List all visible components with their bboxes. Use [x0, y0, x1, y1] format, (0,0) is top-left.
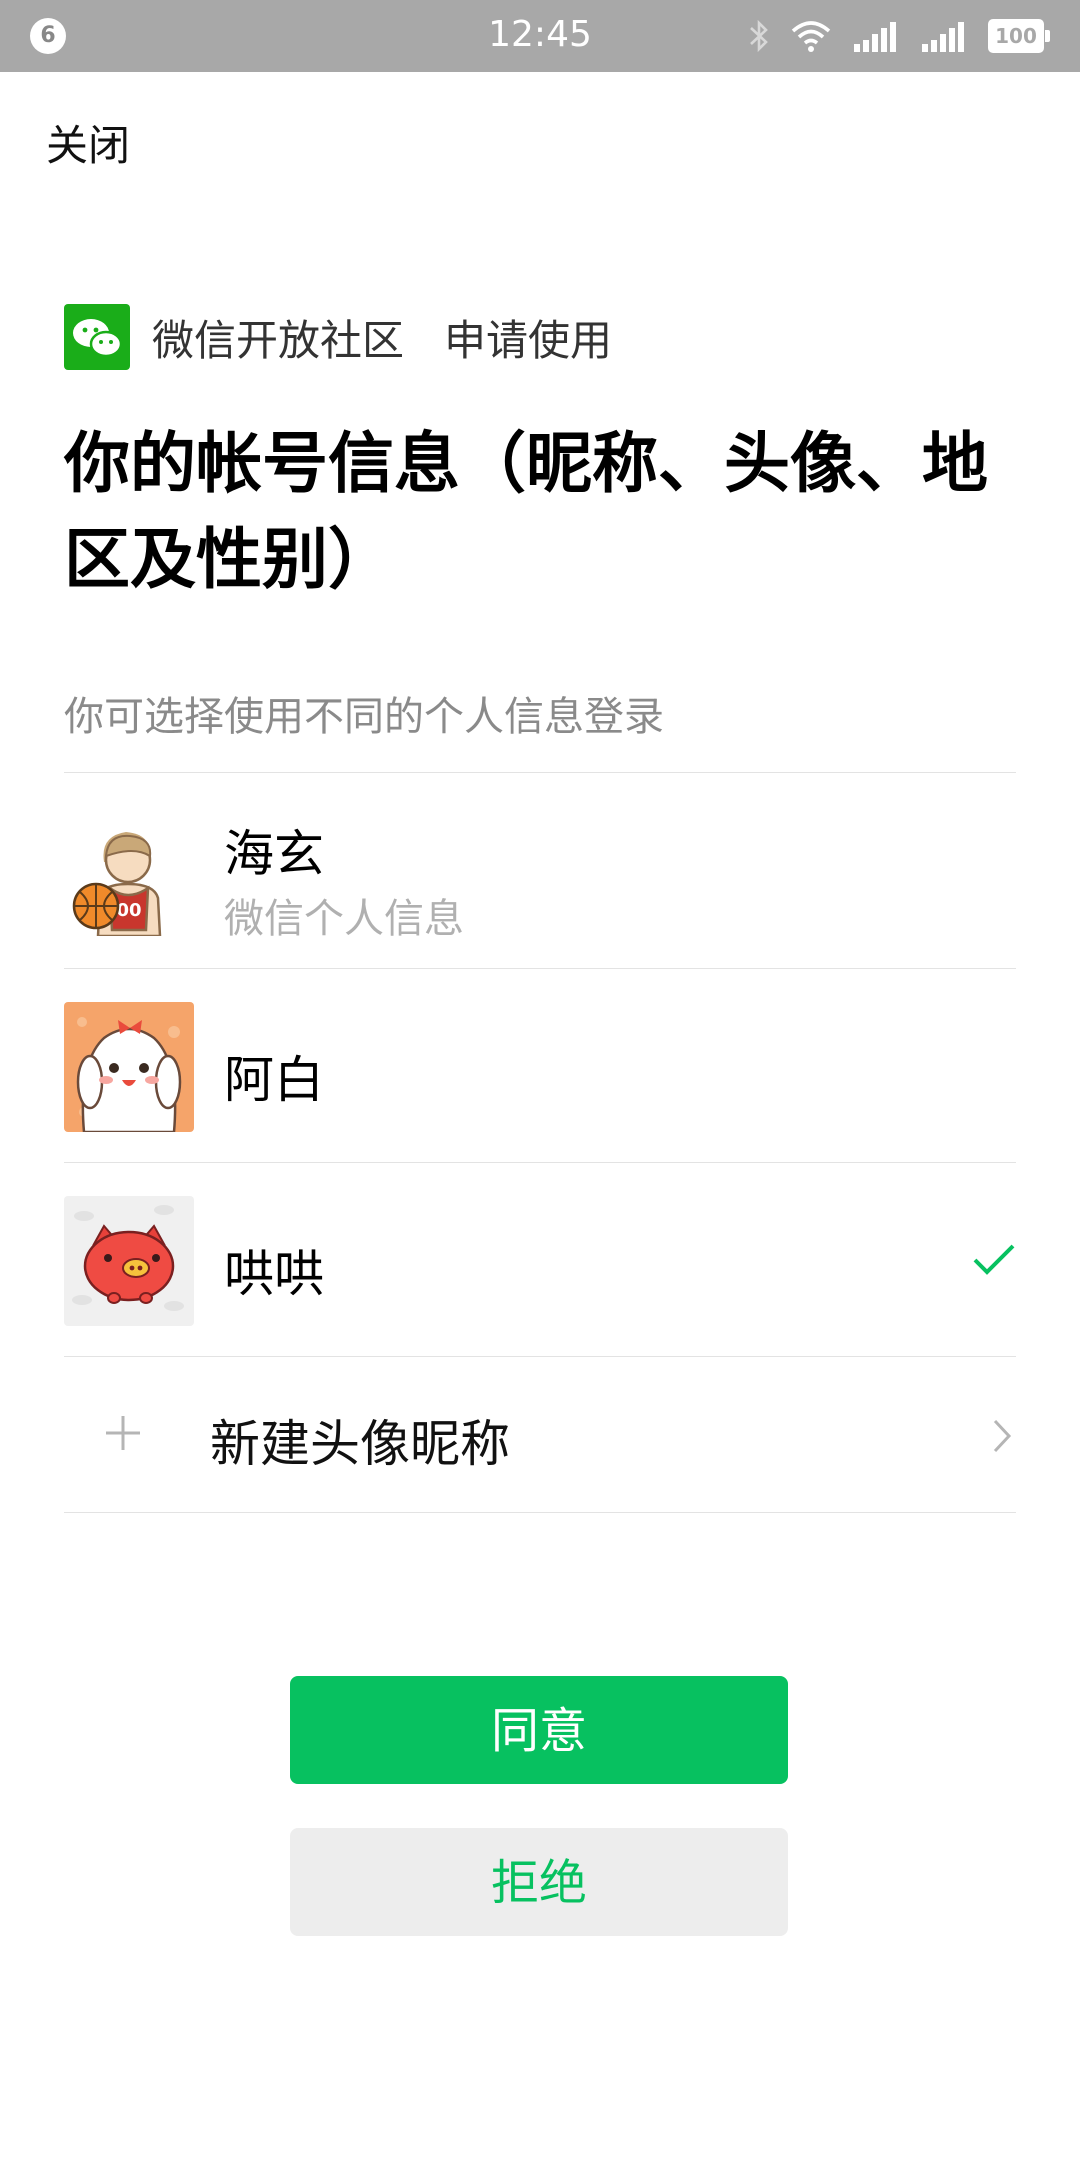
wifi-icon [791, 21, 831, 52]
signal-2-icon [922, 22, 964, 52]
account-row-honghong[interactable]: 哄哄 [64, 1164, 1016, 1358]
new-profile-row[interactable]: 新建头像昵称 [64, 1358, 1016, 1512]
plus-icon [106, 1416, 140, 1450]
status-icons: 100 [748, 14, 1050, 58]
battery-icon: 100 [988, 19, 1050, 53]
close-button[interactable]: 关闭 [46, 112, 130, 173]
divider [64, 968, 1016, 969]
basketball-player-avatar: 00 [64, 806, 194, 936]
account-row-abai[interactable]: 阿白 [64, 970, 1016, 1164]
divider [64, 772, 1016, 773]
white-bunny-avatar [64, 1002, 194, 1132]
red-pig-avatar [64, 1196, 194, 1326]
agree-button[interactable]: 同意 [290, 1676, 788, 1784]
page-title: 你的帐号信息（昵称、头像、地区及性别） [64, 425, 988, 598]
account-subtitle: 微信个人信息 [224, 896, 464, 942]
decline-button[interactable]: 拒绝 [290, 1828, 788, 1936]
wechat-logo-icon [64, 304, 130, 370]
app-action: 申请使用 [444, 315, 613, 365]
divider [64, 1162, 1016, 1163]
account-name: 海玄 [224, 825, 324, 883]
account-name: 阿白 [224, 1051, 324, 1109]
checkmark-icon [973, 1244, 1015, 1275]
page-subtitle: 你可选择使用不同的个人信息登录 [64, 694, 664, 740]
new-profile-label: 新建头像昵称 [210, 1415, 510, 1473]
app-name: 微信开放社区 [152, 315, 405, 365]
chevron-right-icon [993, 1419, 1012, 1453]
bluetooth-icon [750, 19, 768, 53]
account-row-haixuan[interactable]: 00 海玄 微信个人信息 [64, 774, 1016, 968]
account-name: 哄哄 [224, 1245, 324, 1303]
divider [64, 1356, 1016, 1357]
svg-text:00: 00 [116, 900, 141, 921]
status-bar: 6 12:45 100 [0, 0, 1080, 72]
divider [64, 1512, 1016, 1513]
app-info: 微信开放社区 申请使用 [64, 304, 612, 370]
signal-icon [854, 22, 896, 52]
